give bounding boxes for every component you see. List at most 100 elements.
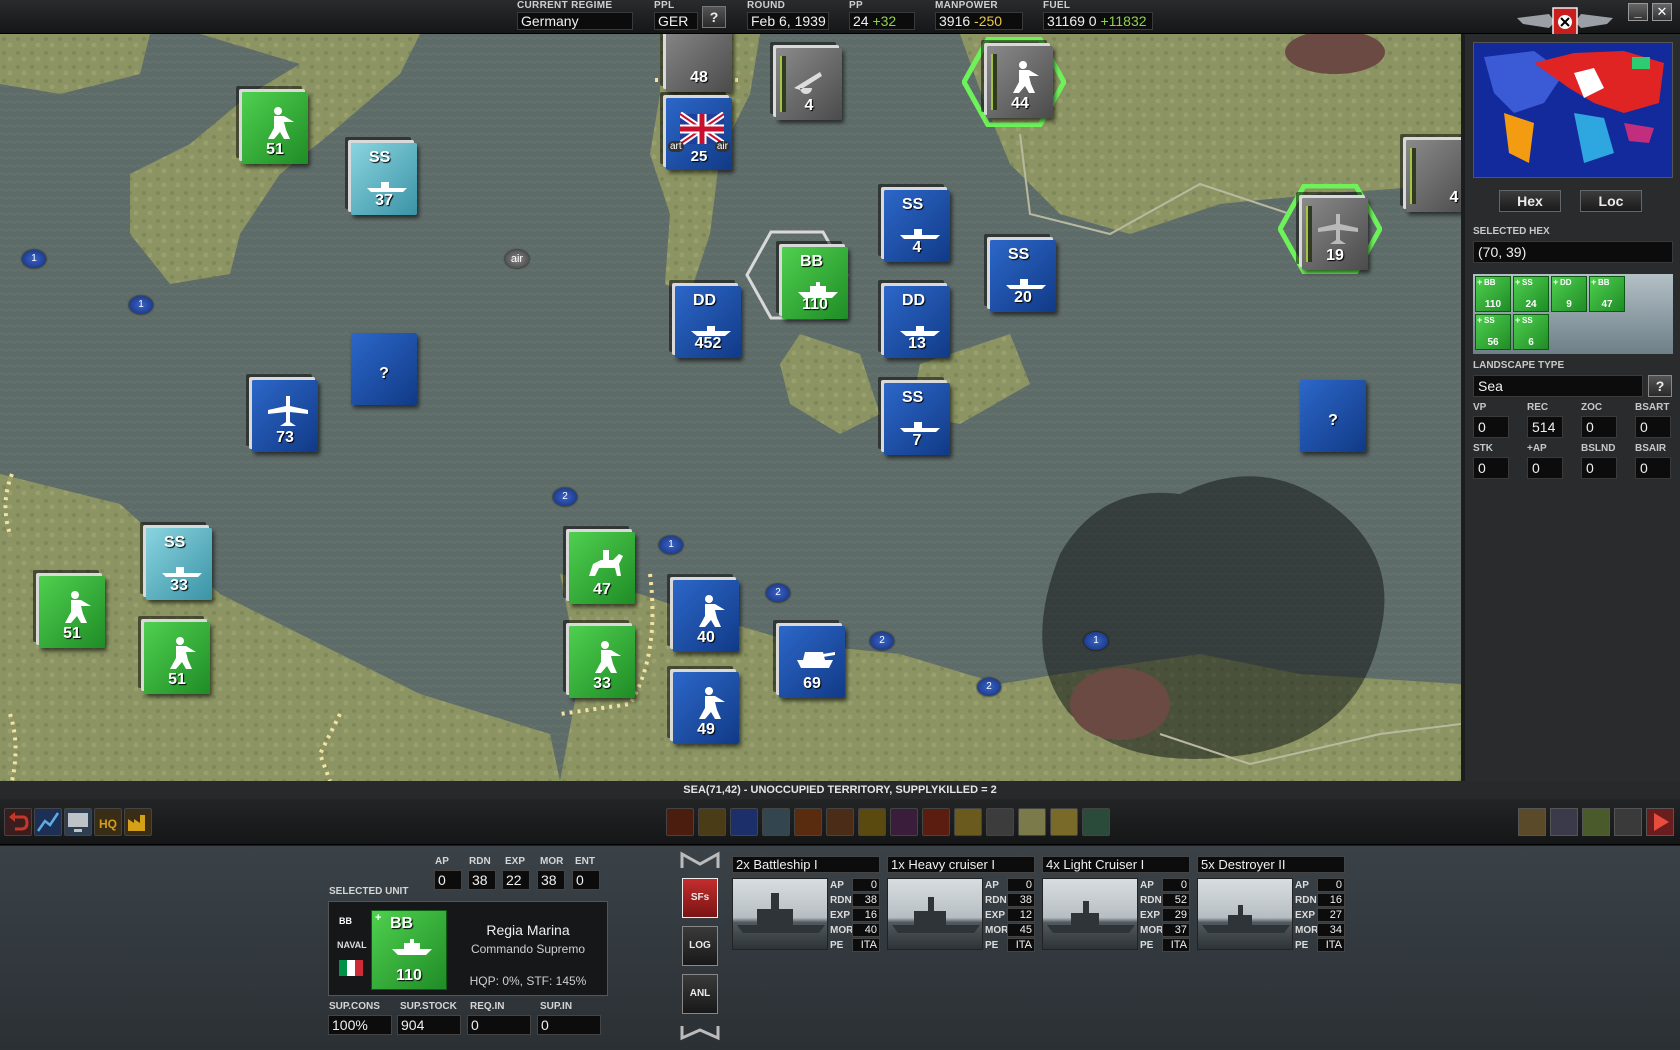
fuel-field: FUEL 31169 0 +11832 xyxy=(1043,0,1153,30)
subformation-card[interactable]: 4x Light Cruiser I AP 0 RDN 52 EXP 29 MOR 37… xyxy=(1042,856,1190,956)
top-resource-bar: CURRENT REGIME Germany PPL GER ? ROUND F… xyxy=(0,0,1680,37)
close-button[interactable]: ✕ xyxy=(1652,3,1672,21)
unit-counter-submarine[interactable]: SS 4 xyxy=(878,184,950,262)
subformation-card[interactable]: 1x Heavy cruiser I AP 0 RDN 38 EXP 12 MOR 45… xyxy=(887,856,1035,956)
unit-counter-infantry[interactable]: 51 xyxy=(33,570,105,648)
hex-unit[interactable]: + BB 110 xyxy=(1475,276,1511,312)
req-in-value: 0 xyxy=(467,1015,531,1035)
unit-counter-infantry[interactable]: 44 xyxy=(981,40,1053,118)
book-icon[interactable] xyxy=(1550,808,1578,836)
research-icon[interactable] xyxy=(1582,808,1610,836)
weapons-icon[interactable] xyxy=(1614,808,1642,836)
unit-counter-infantry[interactable]: 51 xyxy=(138,616,210,694)
graph-icon[interactable] xyxy=(34,808,62,836)
ship-photo xyxy=(732,878,828,950)
ppl-field: PPL GER xyxy=(654,0,698,30)
ship-icon[interactable] xyxy=(762,808,790,836)
supply-marker[interactable]: 1 xyxy=(1084,632,1108,650)
unit-counter-infantry[interactable]: 48 xyxy=(660,34,732,92)
unit-counter-unknown[interactable]: ? xyxy=(1294,374,1366,452)
attack-icon[interactable] xyxy=(794,808,822,836)
tank-icon xyxy=(797,652,835,668)
hex-unit[interactable]: + DD 9 xyxy=(1551,276,1587,312)
unit-counter-destroyer[interactable]: DD 13 xyxy=(878,280,950,358)
sup-in-value: 0 xyxy=(537,1015,601,1035)
flag-icon[interactable] xyxy=(890,808,918,836)
ppl-help-button[interactable]: ? xyxy=(702,6,726,28)
unit-mor-value: 38 xyxy=(537,870,565,890)
supply-marker[interactable]: 2 xyxy=(766,584,790,602)
unit-counter-infantry[interactable]: 40 xyxy=(667,574,739,652)
unit-counter-submarine[interactable]: SS 37 xyxy=(345,137,417,215)
hq-assign-icon[interactable] xyxy=(922,808,950,836)
subformation-card[interactable]: 5x Destroyer II AP 0 RDN 16 EXP 27 MOR 34 PE… xyxy=(1197,856,1345,956)
world-minimap[interactable] xyxy=(1473,42,1673,178)
scroll-down-icon[interactable] xyxy=(680,1024,720,1044)
sup-stock-value: 904 xyxy=(397,1015,461,1035)
air-marker[interactable]: air xyxy=(505,250,529,268)
subformation-card[interactable]: 2x Battleship I AP 0 RDN 38 EXP 16 MOR 40 PE… xyxy=(732,856,880,956)
unit-counter-air[interactable]: 73 xyxy=(246,374,318,452)
hex-zoc-icon[interactable] xyxy=(1050,808,1078,836)
fuel-value: 31169 0 +11832 xyxy=(1043,12,1153,30)
sfs-tab-button[interactable]: SFs xyxy=(682,878,718,918)
undo-icon[interactable] xyxy=(4,808,32,836)
unit-counter-infantry[interactable]: 51 xyxy=(236,86,308,164)
hq-icon[interactable]: HQ xyxy=(94,808,122,836)
unit-counter-armor[interactable]: 69 xyxy=(773,620,845,698)
factory-icon[interactable] xyxy=(124,808,152,836)
unit-counter-cavalry[interactable]: 47 xyxy=(563,526,635,604)
globe-icon[interactable] xyxy=(730,808,758,836)
hex-unit[interactable]: + SS 6 xyxy=(1513,314,1549,350)
supply-icon[interactable] xyxy=(698,808,726,836)
supply-marker[interactable]: 2 xyxy=(553,488,577,506)
unit-counter-artillery[interactable]: 4 xyxy=(1400,134,1461,212)
zoc-value: 0 xyxy=(1581,416,1617,438)
supply-marker[interactable]: 2 xyxy=(977,678,1001,696)
disband-icon[interactable] xyxy=(858,808,886,836)
unit-counter-submarine[interactable]: SS 7 xyxy=(878,377,950,455)
supply-marker[interactable]: 1 xyxy=(659,536,683,554)
unit-counter-artillery[interactable]: 4 xyxy=(770,42,842,120)
ship-photo xyxy=(1197,878,1293,950)
supply-marker[interactable]: 1 xyxy=(129,296,153,314)
unit-counter-unknown[interactable]: ? xyxy=(345,327,417,405)
infantry-icon xyxy=(699,595,725,627)
unit-ent-value: 0 xyxy=(572,870,600,890)
landscape-help-button[interactable]: ? xyxy=(1648,375,1672,397)
hex-unit[interactable]: + BB 47 xyxy=(1589,276,1625,312)
unit-counter-infantry[interactable]: 49 xyxy=(667,666,739,744)
unit-counter-submarine[interactable]: SS 33 xyxy=(140,522,212,600)
hex-info-icon[interactable] xyxy=(1018,808,1046,836)
supply-marker[interactable]: 1 xyxy=(22,250,46,268)
selected-unit-card[interactable]: BB NAVAL + BB 110 Regia Marina Commando … xyxy=(328,901,608,996)
computer-icon[interactable] xyxy=(64,808,92,836)
artillery-icon xyxy=(794,72,822,94)
upgrade-icon[interactable] xyxy=(954,808,982,836)
hex-unit[interactable]: + SS 24 xyxy=(1513,276,1549,312)
hex-grid-icon[interactable] xyxy=(986,808,1014,836)
fire-icon[interactable] xyxy=(666,808,694,836)
minimize-button[interactable]: _ xyxy=(1628,3,1648,21)
end-turn-icon[interactable] xyxy=(1646,808,1674,836)
bsart-value: 0 xyxy=(1635,416,1671,438)
anl-tab-button[interactable]: ANL xyxy=(682,974,718,1014)
hex-button[interactable]: Hex xyxy=(1499,190,1561,212)
link-icon[interactable] xyxy=(1082,808,1110,836)
unit-counter-infantry[interactable]: 33 xyxy=(563,620,635,698)
unit-counter-destroyer[interactable]: DD 452 xyxy=(669,280,741,358)
game-map[interactable]: 48 4 44 51 SS 37 25 art air 4 19 SS 4 BB… xyxy=(0,34,1461,781)
supply-marker[interactable]: 2 xyxy=(870,632,894,650)
unit-counter-battleship[interactable]: BB 110 xyxy=(776,241,848,319)
unit-counter-submarine[interactable]: SS 20 xyxy=(984,234,1056,312)
unit-counter-allied-stack[interactable]: 25 art air xyxy=(660,92,732,170)
loc-button[interactable]: Loc xyxy=(1580,190,1642,212)
building-icon[interactable] xyxy=(826,808,854,836)
hex-unit[interactable]: + SS 56 xyxy=(1475,314,1511,350)
unit-counter-air[interactable]: 19 xyxy=(1296,192,1368,270)
ship-photo xyxy=(887,878,983,950)
scroll-up-icon[interactable] xyxy=(680,850,720,870)
map-flag-icon[interactable] xyxy=(1518,808,1546,836)
hex-unit-stack[interactable]: + BB 110 + SS 24 + DD 9 + BB 47 + SS 56 + SS 6 xyxy=(1473,274,1673,354)
log-tab-button[interactable]: LOG xyxy=(682,926,718,966)
